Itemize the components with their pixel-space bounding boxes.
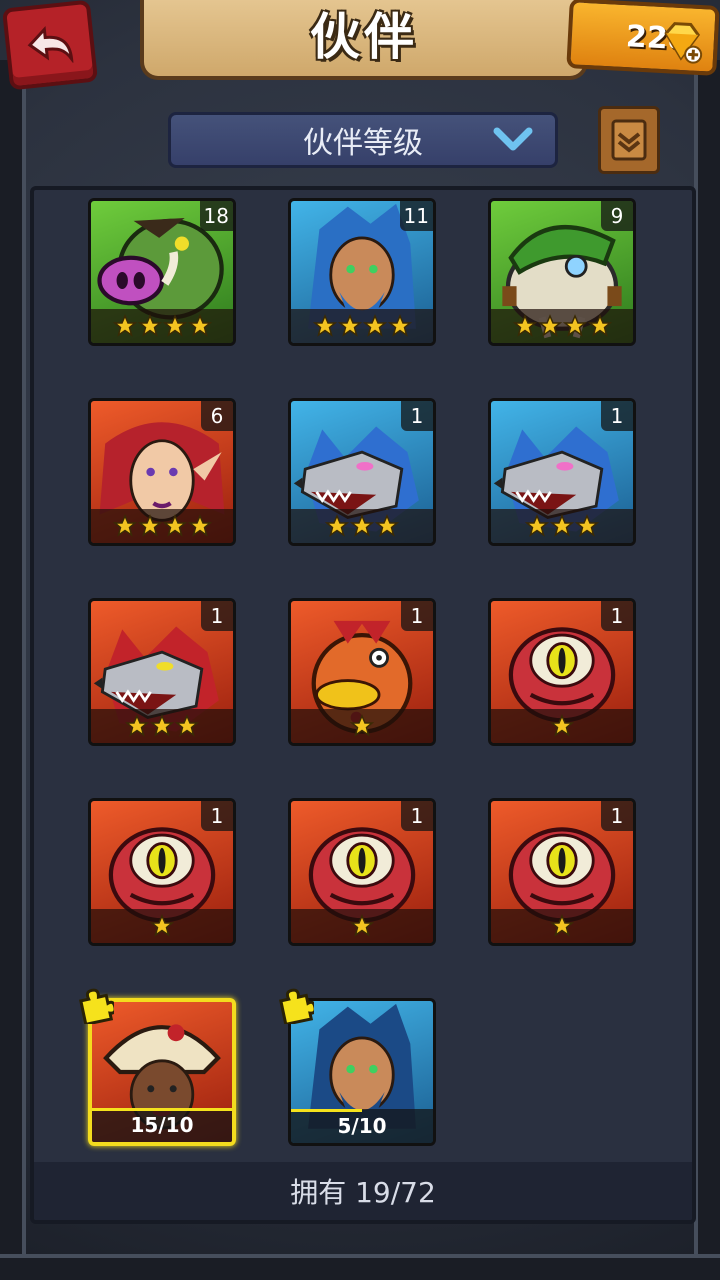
- star-rating: [491, 709, 633, 743]
- companion-card[interactable]: 1: [88, 798, 236, 946]
- shard-progress-text: 15/10: [130, 1113, 194, 1137]
- title-banner: 伙伴: [140, 0, 588, 80]
- owned-count: 拥有 19/72: [290, 1176, 436, 1209]
- companion-panel: 18 11 9 6 1 1 1 1 1 1 1 1 15/10 5/10 拥有 19/72: [30, 186, 696, 1224]
- star-rating: [91, 709, 233, 743]
- star-rating: [291, 309, 433, 343]
- companion-card[interactable]: 9: [488, 198, 636, 346]
- star-icon: [375, 514, 399, 537]
- star-rating: [291, 909, 433, 943]
- companion-card[interactable]: 1: [488, 798, 636, 946]
- companion-card[interactable]: 1: [488, 398, 636, 546]
- page-title: 伙伴: [310, 8, 418, 66]
- level-badge: 6: [201, 401, 233, 431]
- back-button[interactable]: [1, 0, 99, 91]
- star-icon: [137, 314, 162, 337]
- companion-card[interactable]: 1: [288, 798, 436, 946]
- star-rating: [491, 309, 633, 343]
- star-icon: [350, 514, 374, 537]
- gem-counter-button[interactable]: 228: [566, 0, 720, 76]
- book-icon: [611, 119, 647, 161]
- level-badge: 1: [401, 801, 433, 831]
- companion-card[interactable]: 1: [88, 598, 236, 746]
- puzzle-piece-icon: [79, 988, 114, 1024]
- star-icon: [337, 314, 362, 337]
- companion-screen: 伙伴 228 伙伴等级 18 11 9 6 1 1 1 1 1 1 1 1 15/10 5/10 拥有 1…: [0, 0, 720, 1280]
- star-icon: [512, 314, 537, 337]
- level-badge: 1: [601, 401, 633, 431]
- star-icon: [125, 714, 149, 737]
- level-badge: 1: [601, 601, 633, 631]
- star-icon: [350, 914, 374, 937]
- star-icon: [150, 714, 174, 737]
- star-icon: [350, 714, 374, 737]
- star-rating: [291, 709, 433, 743]
- shard-progress-bar: 15/10: [92, 1108, 232, 1142]
- star-icon: [187, 514, 212, 537]
- level-badge: 1: [201, 601, 233, 631]
- star-icon: [312, 314, 337, 337]
- rock-border-right: [694, 60, 720, 1280]
- star-rating: [91, 309, 233, 343]
- owned-footer: 拥有 19/72: [34, 1162, 692, 1220]
- rock-border-bottom: [0, 1254, 720, 1280]
- star-icon: [525, 514, 549, 537]
- star-icon: [362, 314, 387, 337]
- level-badge: 1: [601, 801, 633, 831]
- star-icon: [162, 314, 187, 337]
- level-badge: 1: [201, 801, 233, 831]
- rock-border-left: [0, 60, 26, 1280]
- diamond-plus-icon: [664, 22, 703, 64]
- star-icon: [550, 714, 574, 737]
- level-badge: 1: [401, 401, 433, 431]
- star-icon: [150, 914, 174, 937]
- star-icon: [325, 514, 349, 537]
- shard-progress-fill: [291, 1109, 362, 1112]
- star-icon: [112, 314, 137, 337]
- collection-book-button[interactable]: [598, 106, 660, 174]
- shard-progress-bar: 5/10: [291, 1109, 433, 1143]
- sort-dropdown[interactable]: 伙伴等级: [168, 112, 558, 168]
- companion-card[interactable]: 6: [88, 398, 236, 546]
- star-rating: [91, 509, 233, 543]
- star-icon: [537, 314, 562, 337]
- companion-card[interactable]: 11: [288, 198, 436, 346]
- star-icon: [112, 514, 137, 537]
- puzzle-piece-icon: [279, 988, 314, 1024]
- star-icon: [387, 314, 412, 337]
- back-arrow-icon: [27, 26, 74, 65]
- level-badge: 18: [199, 201, 233, 231]
- star-icon: [562, 314, 587, 337]
- star-icon: [550, 914, 574, 937]
- star-icon: [137, 514, 162, 537]
- star-icon: [175, 714, 199, 737]
- star-icon: [162, 514, 187, 537]
- star-rating: [491, 509, 633, 543]
- companion-card[interactable]: 18: [88, 198, 236, 346]
- star-icon: [550, 514, 574, 537]
- chevron-down-icon: [493, 127, 533, 151]
- shard-progress-text: 5/10: [337, 1114, 387, 1138]
- sort-label: 伙伴等级: [303, 126, 423, 161]
- shard-progress-fill: [92, 1108, 232, 1111]
- star-icon: [587, 314, 612, 337]
- star-rating: [91, 909, 233, 943]
- level-badge: 11: [399, 201, 433, 231]
- star-rating: [491, 909, 633, 943]
- star-icon: [187, 314, 212, 337]
- level-badge: 9: [601, 201, 633, 231]
- companion-card[interactable]: 1: [288, 398, 436, 546]
- companion-card[interactable]: 1: [488, 598, 636, 746]
- level-badge: 1: [401, 601, 433, 631]
- companion-card[interactable]: 1: [288, 598, 436, 746]
- star-icon: [575, 514, 599, 537]
- star-rating: [291, 509, 433, 543]
